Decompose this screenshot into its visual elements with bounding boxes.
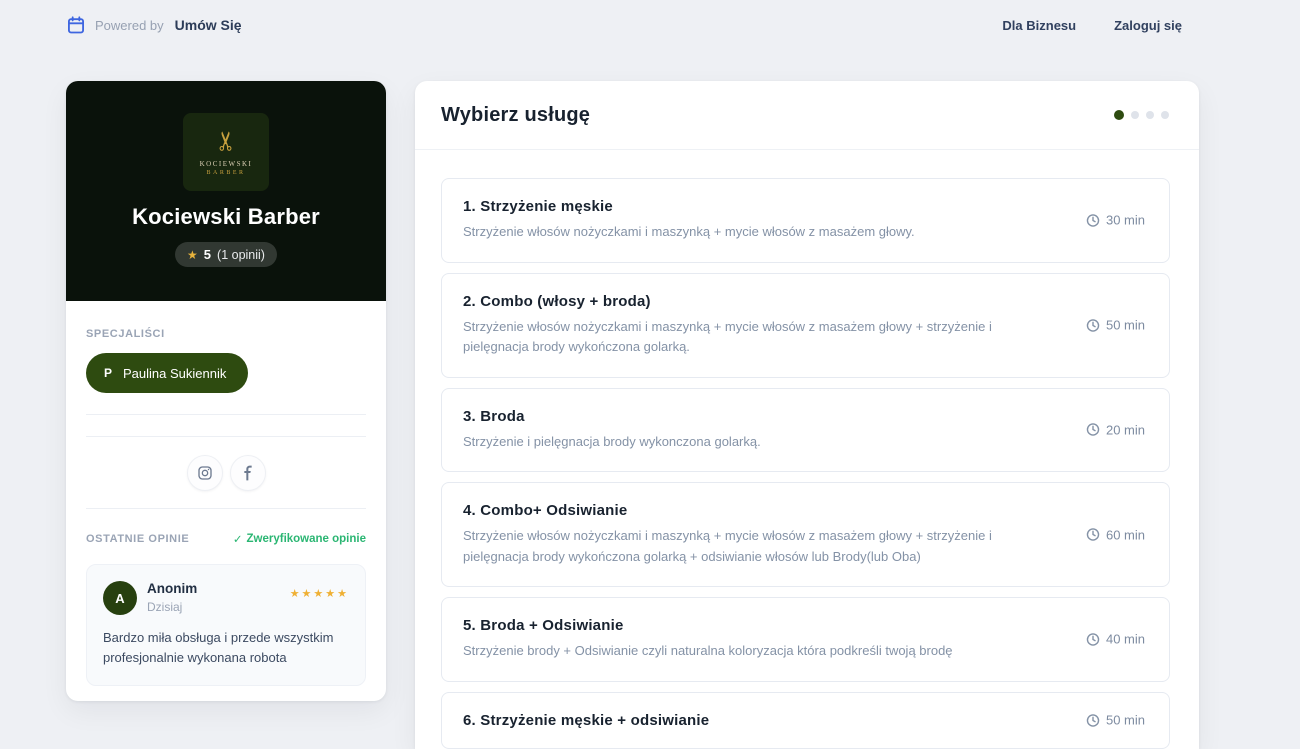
rating-value: 5 bbox=[204, 247, 211, 262]
service-description: Strzyżenie włosów nożyczkami i maszynką … bbox=[463, 526, 1049, 567]
divider bbox=[86, 436, 366, 437]
service-duration: 20 min bbox=[1086, 422, 1145, 437]
service-card-6[interactable]: 6. Strzyżenie męskie + odsiwianie 50 min bbox=[441, 692, 1170, 749]
service-description: Strzyżenie brody + Odsiwianie czyli natu… bbox=[463, 641, 1049, 662]
service-description: Strzyżenie włosów nożyczkami i maszynką … bbox=[463, 317, 1049, 358]
business-sidebar: ✂ KOCIEWSKI BARBER Kociewski Barber ★ 5 … bbox=[66, 81, 386, 701]
service-title: 1. Strzyżenie męskie bbox=[463, 198, 1049, 215]
specialist-name: Paulina Sukiennik bbox=[123, 366, 226, 381]
step-dot bbox=[1131, 111, 1139, 119]
step-dot bbox=[1146, 111, 1154, 119]
instagram-icon[interactable] bbox=[187, 455, 223, 491]
social-links bbox=[86, 455, 366, 491]
duration-label: 40 min bbox=[1106, 632, 1145, 647]
duration-label: 50 min bbox=[1106, 713, 1145, 728]
verified-label: Zweryfikowane opinie bbox=[247, 533, 367, 545]
duration-label: 30 min bbox=[1106, 213, 1145, 228]
divider bbox=[86, 508, 366, 509]
star-icon: ★ bbox=[187, 248, 198, 262]
powered-by-label: Powered by bbox=[95, 18, 164, 33]
clock-icon bbox=[1086, 632, 1100, 646]
service-title: 6. Strzyżenie męskie + odsiwianie bbox=[463, 712, 1049, 729]
service-card-5[interactable]: 5. Broda + Odsiwianie Strzyżenie brody +… bbox=[441, 597, 1170, 682]
specialist-initial: P bbox=[104, 366, 112, 380]
top-bar: Powered by Umów Się Dla Biznesu Zaloguj … bbox=[0, 0, 1300, 50]
check-icon: ✓ bbox=[233, 532, 243, 546]
divider bbox=[86, 414, 366, 415]
calendar-icon bbox=[66, 15, 86, 35]
powered-by-brand[interactable]: Powered by Umów Się bbox=[66, 15, 242, 35]
service-duration: 50 min bbox=[1086, 713, 1145, 728]
service-duration: 40 min bbox=[1086, 632, 1145, 647]
reviewer-avatar: A bbox=[103, 581, 137, 615]
facebook-icon[interactable] bbox=[230, 455, 266, 491]
service-list: 1. Strzyżenie męskie Strzyżenie włosów n… bbox=[415, 150, 1199, 749]
reviewer-name: Anonim bbox=[147, 581, 290, 596]
review-date: Dzisiaj bbox=[147, 600, 290, 614]
service-title: 2. Combo (włosy + broda) bbox=[463, 293, 1049, 310]
clock-icon bbox=[1086, 528, 1100, 542]
specialists-section-label: SPECJALIŚCI bbox=[86, 328, 366, 340]
service-duration: 60 min bbox=[1086, 527, 1145, 542]
brand-name: Umów Się bbox=[175, 17, 242, 33]
service-duration: 50 min bbox=[1086, 318, 1145, 333]
panel-header: Wybierz usługę bbox=[415, 81, 1199, 150]
verified-reviews-badge: ✓ Zweryfikowane opinie bbox=[233, 532, 366, 546]
reviews-header-row: OSTATNIE OPINIE ✓ Zweryfikowane opinie bbox=[86, 532, 366, 546]
clock-icon bbox=[1086, 318, 1100, 332]
business-logo: ✂ KOCIEWSKI BARBER bbox=[183, 113, 269, 191]
nav-zaloguj-sie-link[interactable]: Zaloguj się bbox=[1114, 18, 1182, 33]
duration-label: 20 min bbox=[1106, 422, 1145, 437]
clock-icon bbox=[1086, 213, 1100, 227]
step-dot bbox=[1161, 111, 1169, 119]
reviews-section-label: OSTATNIE OPINIE bbox=[86, 533, 189, 545]
rating-badge[interactable]: ★ 5 (1 opinii) bbox=[175, 242, 277, 267]
logo-text-line1: KOCIEWSKI bbox=[200, 160, 253, 168]
service-card-2[interactable]: 2. Combo (włosy + broda) Strzyżenie włos… bbox=[441, 273, 1170, 378]
step-indicator bbox=[1114, 110, 1169, 120]
top-nav: Dla Biznesu Zaloguj się bbox=[1002, 18, 1182, 33]
rating-count: (1 opinii) bbox=[217, 248, 265, 262]
service-title: 3. Broda bbox=[463, 408, 1049, 425]
service-card-1[interactable]: 1. Strzyżenie męskie Strzyżenie włosów n… bbox=[441, 178, 1170, 263]
review-text: Bardzo miła obsługa i przede wszystkim p… bbox=[103, 628, 349, 667]
duration-label: 60 min bbox=[1106, 527, 1145, 542]
business-banner: ✂ KOCIEWSKI BARBER Kociewski Barber ★ 5 … bbox=[66, 81, 386, 301]
review-card: A Anonim Dzisiaj ★★★★★ Bardzo miła obsłu… bbox=[86, 564, 366, 686]
review-stars: ★★★★★ bbox=[290, 587, 349, 600]
business-name: Kociewski Barber bbox=[132, 204, 320, 230]
service-title: 5. Broda + Odsiwianie bbox=[463, 617, 1049, 634]
clock-icon bbox=[1086, 713, 1100, 727]
review-header: A Anonim Dzisiaj ★★★★★ bbox=[103, 581, 349, 615]
logo-text-line2: BARBER bbox=[206, 170, 245, 176]
service-title: 4. Combo+ Odsiwianie bbox=[463, 502, 1049, 519]
review-meta: Anonim Dzisiaj bbox=[147, 581, 290, 614]
page-title: Wybierz usługę bbox=[441, 104, 590, 127]
service-description: Strzyżenie i pielęgnacja brody wykonczon… bbox=[463, 432, 1049, 453]
duration-label: 50 min bbox=[1106, 318, 1145, 333]
scissors-icon: ✂ bbox=[213, 130, 239, 152]
service-card-4[interactable]: 4. Combo+ Odsiwianie Strzyżenie włosów n… bbox=[441, 482, 1170, 587]
step-dot-active bbox=[1114, 110, 1124, 120]
service-selection-panel: Wybierz usługę 1. Strzyżenie męskie Strz… bbox=[415, 81, 1199, 749]
service-duration: 30 min bbox=[1086, 213, 1145, 228]
nav-dla-biznesu-link[interactable]: Dla Biznesu bbox=[1002, 18, 1076, 33]
service-card-3[interactable]: 3. Broda Strzyżenie i pielęgnacja brody … bbox=[441, 388, 1170, 473]
clock-icon bbox=[1086, 423, 1100, 437]
service-description: Strzyżenie włosów nożyczkami i maszynką … bbox=[463, 222, 1049, 243]
specialist-chip-paulina[interactable]: P Paulina Sukiennik bbox=[86, 353, 248, 393]
